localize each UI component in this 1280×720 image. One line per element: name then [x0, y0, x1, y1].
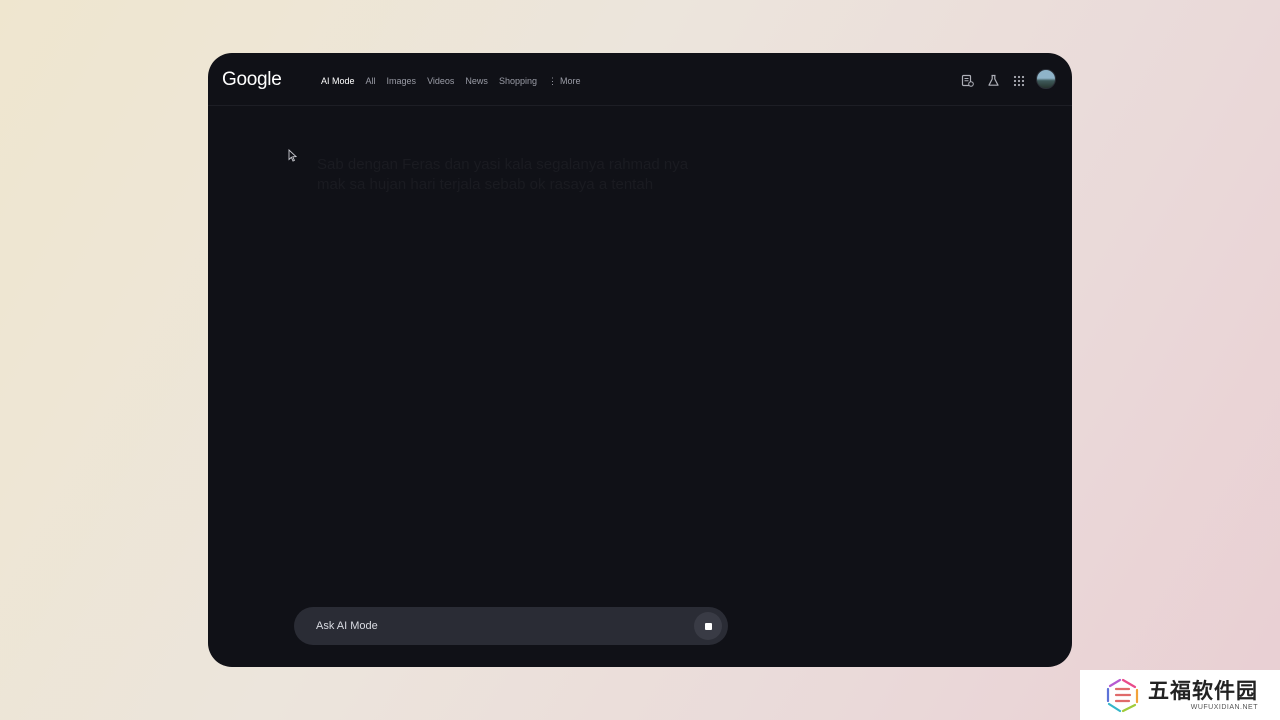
apps-grid-icon[interactable]: [1012, 74, 1026, 88]
profile-avatar[interactable]: [1036, 69, 1056, 89]
mouse-cursor-icon: [288, 148, 298, 167]
labs-flask-icon[interactable]: [986, 74, 1000, 88]
tab-ai-mode[interactable]: AI Mode: [321, 76, 355, 87]
history-icon[interactable]: [960, 74, 974, 88]
stop-square-icon: [704, 622, 712, 630]
watermark-en: WUFUXIDIAN.NET: [1190, 703, 1258, 711]
search-tabs: AI Mode All Images Videos News Shopping …: [321, 76, 592, 87]
tab-more[interactable]: ⋮ More: [548, 76, 581, 87]
more-vert-icon: ⋮: [547, 76, 557, 86]
tab-shopping[interactable]: Shopping: [499, 76, 537, 87]
browser-frame: Google AI Mode All Images Videos News Sh…: [208, 53, 1072, 667]
tab-videos[interactable]: Videos: [427, 76, 454, 87]
watermark-cn: 五福软件园: [1148, 679, 1258, 703]
faded-response-text: Sab dengan Feras dan yasi kala segalanya…: [317, 156, 689, 193]
header-actions: [948, 69, 1056, 89]
watermark-logo-icon: [1106, 678, 1139, 713]
top-bar: Google AI Mode All Images Videos News Sh…: [208, 53, 1072, 106]
google-logo[interactable]: Google: [222, 69, 282, 91]
stop-button[interactable]: [694, 612, 722, 640]
watermark-text: 五福软件园 WUFUXIDIAN.NET: [1148, 680, 1258, 711]
tab-more-label: More: [559, 76, 581, 86]
tab-images[interactable]: Images: [387, 76, 417, 87]
watermark: 五福软件园 WUFUXIDIAN.NET: [1080, 670, 1280, 720]
tab-all[interactable]: All: [366, 76, 376, 87]
ask-bar: [294, 607, 728, 645]
tab-news[interactable]: News: [465, 76, 488, 87]
ask-ai-mode-input[interactable]: [316, 616, 676, 636]
